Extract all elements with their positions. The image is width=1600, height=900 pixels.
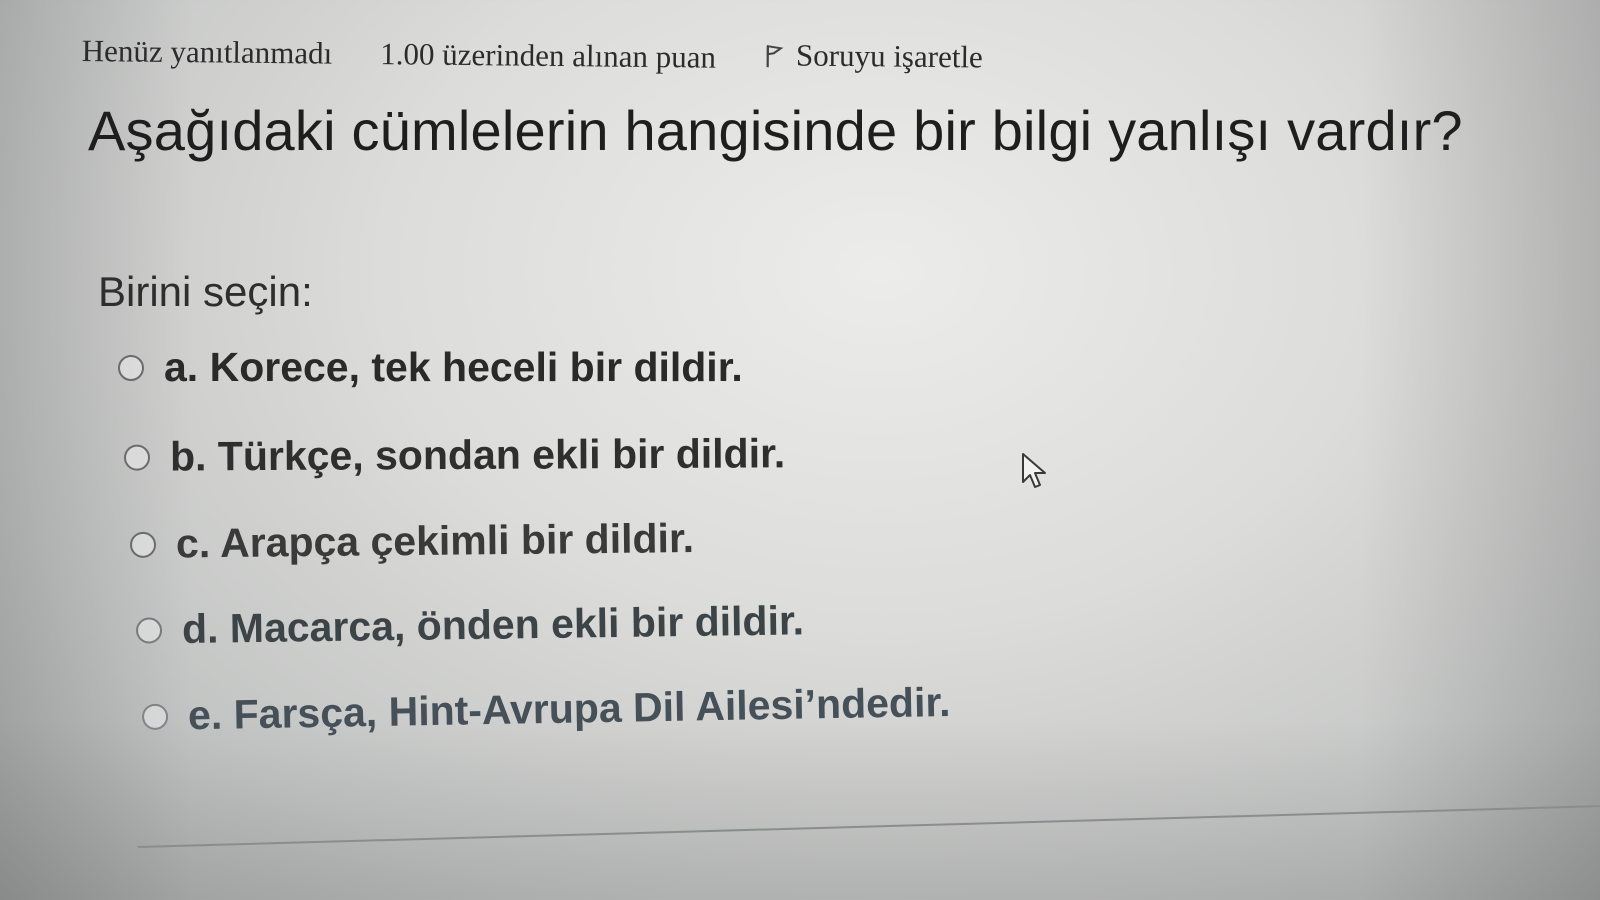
radio-unchecked-icon[interactable] (118, 354, 144, 381)
answer-option-b[interactable]: b. Türkçe, sondan ekli bir dildir. (123, 430, 786, 480)
radio-unchecked-icon[interactable] (123, 444, 151, 471)
mouse-pointer-icon (1020, 452, 1050, 497)
answer-option-c[interactable]: c. Arapça çekimli bir dildir. (129, 515, 695, 568)
radio-unchecked-icon[interactable] (129, 531, 157, 558)
answer-option-a[interactable]: a. Korece, tek heceli bir dildir. (118, 344, 743, 391)
radio-unchecked-icon[interactable] (135, 616, 163, 644)
answer-option-d[interactable]: d. Macarca, önden ekli bir dildir. (135, 597, 805, 653)
answer-option-e[interactable]: e. Farsça, Hint-Avrupa Dil Ailesi’ndedir… (141, 678, 951, 740)
answer-label: b. Türkçe, sondan ekli bir dildir. (169, 430, 786, 480)
answer-label: a. Korece, tek heceli bir dildir. (164, 344, 743, 390)
answer-options: a. Korece, tek heceli bir dildir. b. Tür… (0, 0, 1600, 900)
answer-label: e. Farsça, Hint-Avrupa Dil Ailesi’ndedir… (187, 678, 951, 739)
answer-label: c. Arapça çekimli bir dildir. (175, 515, 695, 567)
answer-label: d. Macarca, önden ekli bir dildir. (181, 597, 805, 653)
radio-unchecked-icon[interactable] (141, 703, 169, 730)
